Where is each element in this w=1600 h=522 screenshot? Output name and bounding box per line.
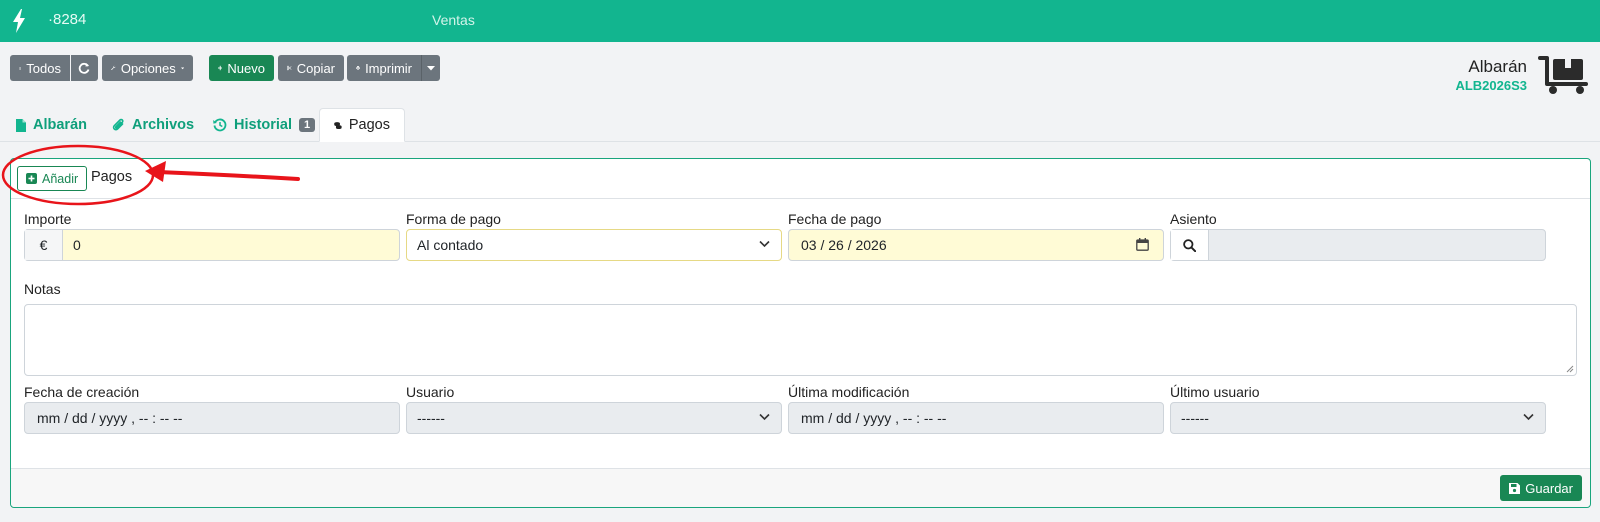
fecha-pago-value: 03 / 26 / 2026 — [801, 237, 887, 253]
save-button-label: Guardar — [1525, 480, 1573, 496]
fecha-pago-label: Fecha de pago — [788, 211, 882, 227]
ultimo-usuario-label: Último usuario — [1170, 384, 1260, 400]
copy-button-label: Copiar — [296, 60, 335, 76]
navbar-id[interactable]: ·8284 — [48, 11, 86, 28]
usuario-select[interactable]: ------ — [406, 402, 782, 434]
paperclip-icon — [112, 118, 124, 131]
tab-albaran-label: Albarán — [33, 117, 87, 133]
new-button[interactable]: Nuevo — [209, 55, 274, 81]
bolt-logo-icon[interactable] — [12, 9, 26, 36]
ultima-modificacion-label: Última modificación — [788, 384, 910, 400]
tab-archivos[interactable]: Archivos — [112, 108, 194, 142]
wrench-icon — [111, 65, 116, 70]
ultimo-usuario-select[interactable]: ------ — [1170, 402, 1546, 434]
list-icon — [19, 66, 22, 70]
euro-currency-icon: € — [25, 230, 63, 260]
calendar-icon[interactable] — [1136, 238, 1149, 251]
file-icon — [16, 118, 26, 132]
importe-input-group: € 0 — [24, 229, 400, 261]
notas-textarea[interactable] — [24, 304, 1577, 376]
plus-icon — [218, 65, 223, 71]
usuario-label: Usuario — [406, 384, 455, 400]
chevron-down-icon — [759, 240, 770, 248]
printer-icon — [356, 66, 360, 71]
resize-handle-icon[interactable] — [1566, 365, 1574, 373]
caret-down-icon — [180, 66, 184, 69]
tab-archivos-label: Archivos — [132, 117, 195, 133]
tab-pagos[interactable]: Pagos — [319, 108, 405, 142]
asiento-input-group — [1170, 229, 1546, 261]
ultimo-usuario-value: ------ — [1181, 410, 1209, 426]
print-dropdown-toggle[interactable] — [421, 55, 440, 81]
add-payment-label: Añadir — [42, 171, 79, 186]
fecha-creacion-label: Fecha de creación — [24, 384, 140, 400]
chevron-down-icon — [1523, 413, 1534, 421]
options-dropdown-button[interactable]: Opciones — [102, 55, 193, 81]
usuario-value: ------ — [417, 410, 445, 426]
scissors-icon — [287, 65, 292, 71]
asiento-label: Asiento — [1170, 211, 1217, 227]
document-type-title: Albarán — [1468, 57, 1527, 76]
forma-pago-label: Forma de pago — [406, 211, 501, 227]
floppy-disk-icon — [1509, 482, 1521, 494]
ultima-modificacion-input[interactable]: mm / dd / yyyy , -- : -- -- — [788, 402, 1164, 434]
copy-button[interactable]: Copiar — [278, 55, 344, 81]
dolly-flatbed-icon — [1538, 54, 1590, 99]
notas-label: Notas — [24, 281, 61, 297]
navbar-menu-ventas[interactable]: Ventas — [432, 12, 475, 28]
search-icon[interactable] — [1171, 230, 1209, 260]
forma-pago-value: Al contado — [417, 237, 484, 253]
refresh-icon — [78, 62, 90, 74]
fecha-creacion-input[interactable]: mm / dd / yyyy , -- : -- -- — [24, 402, 400, 434]
fecha-pago-input[interactable]: 03 / 26 / 2026 — [788, 229, 1164, 261]
tab-historial[interactable]: Historial 1 — [213, 108, 316, 142]
historial-count-badge: 1 — [299, 118, 316, 132]
importe-input[interactable]: 0 — [63, 237, 81, 253]
history-icon — [213, 118, 227, 132]
print-button-label: Imprimir — [365, 60, 412, 76]
payments-panel: Añadir Pagos Importe € 0 Forma de pago A… — [10, 158, 1591, 508]
panel-footer: Guardar — [11, 468, 1590, 507]
panel-title: Pagos — [91, 169, 133, 185]
all-button[interactable]: Todos — [10, 55, 70, 81]
save-button[interactable]: Guardar — [1500, 475, 1582, 501]
new-button-label: Nuevo — [227, 60, 265, 76]
document-code: ALB2026S3 — [1455, 78, 1527, 93]
coins-icon — [334, 121, 342, 129]
tab-historial-label: Historial — [234, 117, 293, 133]
refresh-button[interactable] — [71, 55, 98, 81]
top-navbar: ·8284 Ventas — [0, 0, 1600, 42]
all-button-label: Todos — [26, 60, 61, 76]
options-button-label: Opciones — [120, 60, 176, 76]
tab-albaran[interactable]: Albarán — [16, 108, 87, 142]
print-button[interactable]: Imprimir — [347, 55, 421, 81]
importe-label: Importe — [24, 211, 72, 227]
plus-square-icon — [26, 173, 37, 184]
forma-pago-select[interactable]: Al contado — [406, 229, 782, 261]
tab-pagos-label: Pagos — [348, 117, 390, 133]
caret-down-icon — [427, 65, 435, 70]
fecha-creacion-placeholder: mm / dd / yyyy , -- : -- -- — [37, 410, 183, 426]
ultima-modificacion-placeholder: mm / dd / yyyy , -- : -- -- — [801, 410, 947, 426]
chevron-down-icon — [759, 413, 770, 421]
add-payment-button[interactable]: Añadir — [17, 166, 88, 191]
panel-header: Añadir Pagos — [11, 159, 1590, 199]
